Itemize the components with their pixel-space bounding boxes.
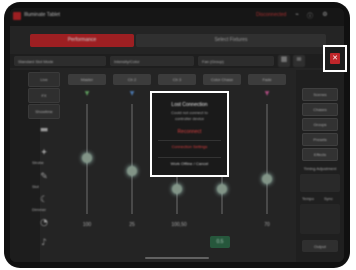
- reconnect-label: Reconnect: [177, 129, 202, 135]
- connection-settings-label: Connection Settings: [171, 144, 208, 149]
- work-offline-label: Work Offline / Cancel: [170, 161, 209, 166]
- dialog-title: Lost Connection: [171, 102, 208, 108]
- close-button[interactable]: ✕: [323, 45, 347, 72]
- connection-dialog: Lost Connection Could not connect to con…: [150, 91, 229, 177]
- dialog-message-line2: controller device: [174, 116, 205, 121]
- close-icon: ✕: [330, 53, 340, 64]
- dialog-message-line1: Could not connect to: [171, 110, 208, 115]
- work-offline-button[interactable]: Work Offline / Cancel: [158, 157, 221, 168]
- reconnect-button[interactable]: Reconnect: [158, 127, 221, 137]
- connection-settings-button[interactable]: Connection Settings: [158, 140, 221, 151]
- tablet-device: Illuminate Tablet Disconnected ⌁ ⓘ ⚙ Per…: [0, 0, 356, 270]
